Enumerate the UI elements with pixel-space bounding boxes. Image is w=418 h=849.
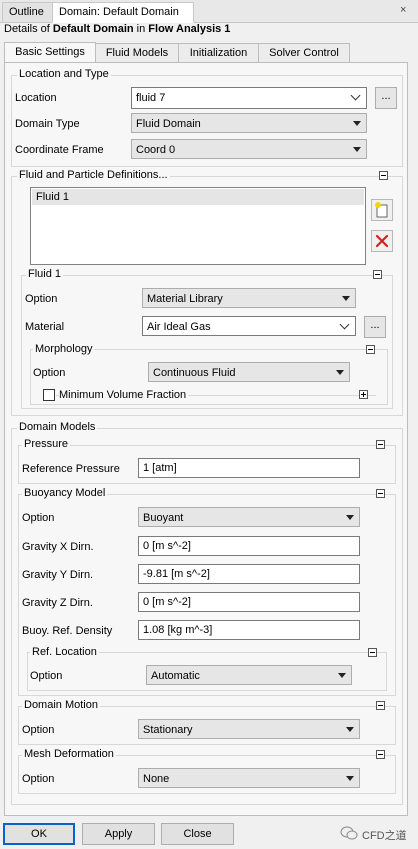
gravity-x-field[interactable]: 0 [m s^-2] [138,536,360,556]
mesh-deformation-title: Mesh Deformation [22,748,116,760]
ref-location-title: Ref. Location [30,646,99,658]
apply-button[interactable]: Apply [82,823,155,845]
fluid1-collapse-icon[interactable] [373,270,382,279]
ref-location-option-value: Automatic [151,670,200,682]
chevron-down-icon [336,370,344,375]
mesh-deformation-collapse-icon[interactable] [376,750,385,759]
chevron-down-icon [353,121,361,126]
buoy-density-field[interactable]: 1.08 [kg m^-3] [138,620,360,640]
tab-domain[interactable]: Domain: Default Domain [52,2,194,23]
chevron-down-icon [346,776,354,781]
chevron-down-icon [338,673,346,678]
fluid1-title: Fluid 1 [26,268,64,280]
location-type-title: Location and Type [17,68,111,80]
pressure-collapse-icon[interactable] [376,440,385,449]
wechat-icon [340,826,358,840]
domain-models-title: Domain Models [17,421,98,433]
chevron-down-icon [342,296,350,301]
gravity-z-label: Gravity Z Dirn. [22,597,93,609]
mesh-deformation-option-select[interactable]: None [138,768,360,788]
fluid-defs-collapse-icon[interactable] [379,171,388,180]
fluid1-option-select[interactable]: Material Library [142,288,356,308]
gravity-y-field[interactable]: -9.81 [m s^-2] [138,564,360,584]
watermark-text: CFD之道 [362,830,407,842]
min-volume-fraction-label: Minimum Volume Fraction [59,389,189,401]
domain-type-select[interactable]: Fluid Domain [131,113,367,133]
watermark: CFD之道 [340,826,416,842]
morphology-option-select[interactable]: Continuous Fluid [148,362,350,382]
reference-pressure-label: Reference Pressure [22,463,120,475]
domain-motion-collapse-icon[interactable] [376,701,385,710]
buoy-density-label: Buoy. Ref. Density [22,625,113,637]
chevron-down-icon [346,727,354,732]
coord-frame-label: Coordinate Frame [15,144,104,156]
location-value: fluid 7 [136,92,166,104]
details-object: Default Domain [52,23,134,35]
details-prefix: Details of [4,23,53,35]
delete-button[interactable] [371,230,393,252]
tab-basic-settings[interactable]: Basic Settings [4,42,96,63]
ref-location-option-select[interactable]: Automatic [146,665,352,685]
chevron-down-icon [339,319,350,330]
ok-button[interactable]: OK [3,823,75,845]
tab-fluid-models[interactable]: Fluid Models [95,43,179,62]
morphology-option-label: Option [33,367,66,379]
buoyancy-title: Buoyancy Model [22,487,108,499]
editor-tab-bar: Outline Domain: Default Domain × [0,0,418,23]
details-analysis: Flow Analysis 1 [148,23,231,35]
details-middle: in [133,23,149,35]
domain-motion-option-label: Option [22,724,55,736]
domain-motion-option-value: Stationary [143,724,193,736]
domain-motion-title: Domain Motion [22,699,100,711]
buoyancy-option-label: Option [22,512,55,524]
new-item-icon [375,202,388,218]
fluid-list-item[interactable]: Fluid 1 [32,189,364,205]
material-label: Material [25,321,65,333]
details-header: Details of Default Domain in Flow Analys… [4,23,230,35]
buoyancy-option-value: Buoyant [143,512,184,524]
domain-type-value: Fluid Domain [136,118,201,130]
fluid1-option-value: Material Library [147,293,223,305]
tab-initialization[interactable]: Initialization [178,43,259,62]
min-volume-fraction-expand-icon[interactable] [359,390,368,399]
buoyancy-collapse-icon[interactable] [376,489,385,498]
domain-type-label: Domain Type [15,118,80,130]
mesh-deformation-option-value: None [143,773,170,785]
ref-location-option-label: Option [30,670,63,682]
tab-solver-control[interactable]: Solver Control [258,43,350,62]
pressure-title: Pressure [22,438,71,450]
min-volume-fraction-checkbox[interactable] [43,389,55,401]
reference-pressure-field[interactable]: 1 [atm] [138,458,360,478]
domain-motion-option-select[interactable]: Stationary [138,719,360,739]
location-combo[interactable]: fluid 7 [131,87,367,109]
material-value: Air Ideal Gas [147,321,211,333]
material-browse-button[interactable]: ... [364,316,386,338]
chevron-down-icon [346,515,354,520]
mesh-deformation-option-label: Option [22,773,55,785]
buoyancy-option-select[interactable]: Buoyant [138,507,360,527]
ref-location-collapse-icon[interactable] [368,648,377,657]
fluid-list[interactable]: Fluid 1 [30,187,366,265]
coord-frame-select[interactable]: Coord 0 [131,139,367,159]
chevron-down-icon [353,147,361,152]
morphology-title: Morphology [33,343,95,355]
morphology-option-value: Continuous Fluid [153,367,236,379]
new-item-button[interactable] [371,199,393,221]
close-button[interactable]: Close [161,823,234,845]
gravity-y-label: Gravity Y Dirn. [22,569,94,581]
delete-icon [375,234,389,248]
coord-frame-value: Coord 0 [136,144,176,156]
material-combo[interactable]: Air Ideal Gas [142,316,356,336]
gravity-x-label: Gravity X Dirn. [22,541,94,553]
gravity-z-field[interactable]: 0 [m s^-2] [138,592,360,612]
location-browse-button[interactable]: ... [375,87,397,109]
chevron-down-icon [350,90,361,101]
fluid1-option-label: Option [25,293,58,305]
morphology-collapse-icon[interactable] [366,345,375,354]
close-tab-icon[interactable]: × [400,4,406,16]
location-label: Location [15,92,57,104]
fluid-defs-title: Fluid and Particle Definitions... [17,169,170,181]
